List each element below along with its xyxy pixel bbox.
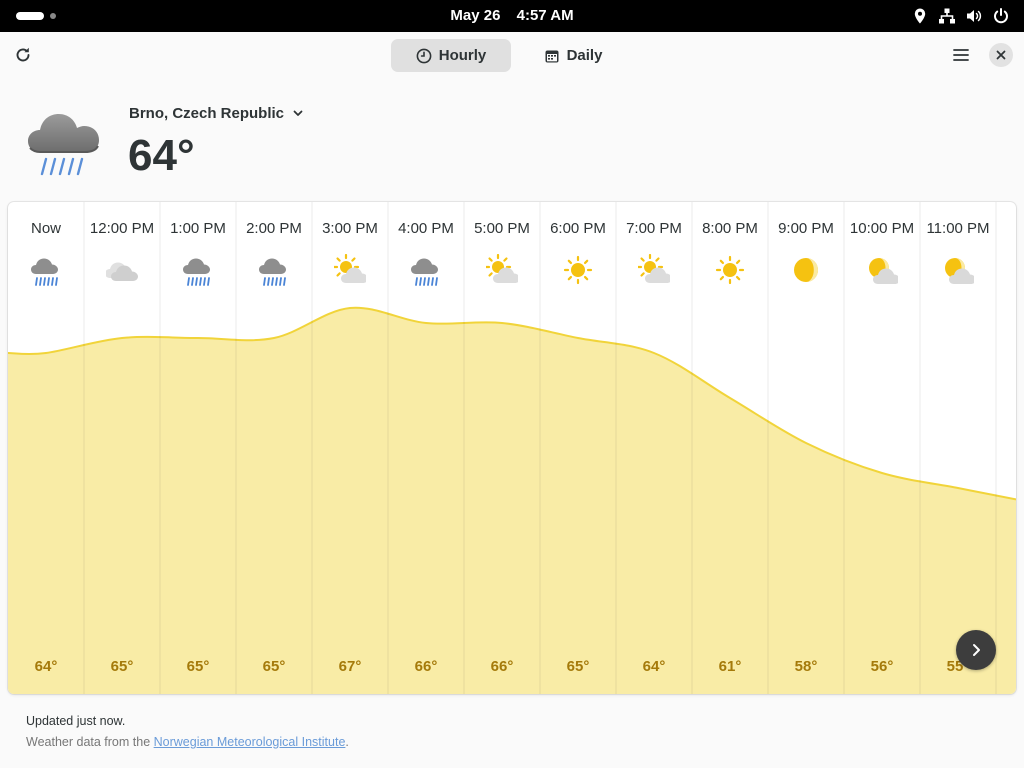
clear-night-icon xyxy=(794,258,818,282)
tab-hourly-label: Hourly xyxy=(438,47,487,64)
refresh-icon xyxy=(16,47,30,62)
hour-column: 9:00 PM 58° xyxy=(768,202,844,694)
tab-hourly[interactable]: Hourly xyxy=(391,39,511,72)
chevron-down-icon xyxy=(293,110,303,116)
main-menu-button[interactable] xyxy=(946,40,976,70)
hour-temperature: 65° xyxy=(566,658,590,675)
hour-temperature: 56° xyxy=(870,658,894,675)
hourly-forecast-card[interactable]: Now 64° 12:00 PM 65° 1:00 PM 65° 2:00 PM 65° 3:0… xyxy=(8,202,1016,694)
hour-column: 8:00 PM 61° xyxy=(692,202,768,694)
hour-time-label: 12 xyxy=(986,220,1016,237)
hour-temperature: 65° xyxy=(186,658,210,675)
sunny-icon xyxy=(715,255,745,285)
system-top-bar: May 26 4:57 AM xyxy=(0,0,1024,32)
clock-time: 4:57 AM xyxy=(516,7,574,24)
hour-temperature: 58° xyxy=(794,658,818,675)
partly-sunny-icon xyxy=(334,254,366,283)
hour-temperature: 61° xyxy=(718,658,742,675)
hour-column: 11:00 PM 55° xyxy=(920,202,996,694)
rain-icon xyxy=(31,258,58,286)
hour-column: 7:00 PM 64° xyxy=(616,202,692,694)
rain-icon xyxy=(259,258,286,286)
attribution-prefix: Weather data from the xyxy=(26,735,154,749)
system-tray[interactable] xyxy=(911,6,1010,26)
hour-column: 6:00 PM 65° xyxy=(540,202,616,694)
attribution-suffix: . xyxy=(345,735,349,749)
sunny-icon xyxy=(563,255,593,285)
clock-date: May 26 xyxy=(450,7,501,24)
attribution-link[interactable]: Norwegian Meteorological Institute xyxy=(154,735,346,749)
power-icon xyxy=(994,8,1008,24)
hour-column: 4:00 PM 66° xyxy=(388,202,464,694)
close-button[interactable] xyxy=(989,43,1013,67)
hour-temperature: 65° xyxy=(262,658,286,675)
hour-temperature: 66° xyxy=(414,658,438,675)
partly-cloudy-night-icon xyxy=(945,258,974,284)
hour-column: 1:00 PM 65° xyxy=(160,202,236,694)
clock-icon xyxy=(416,48,432,63)
network-icon xyxy=(939,8,955,24)
location-icon xyxy=(914,8,926,24)
cloud-rain-icon xyxy=(28,114,99,176)
tab-daily[interactable]: Daily xyxy=(531,39,615,72)
tab-daily-label: Daily xyxy=(566,47,603,64)
hour-temperature: 64° xyxy=(34,658,58,675)
partly-cloudy-night-icon xyxy=(869,258,898,284)
calendar-icon xyxy=(545,50,559,62)
hour-temperature: 65° xyxy=(110,658,134,675)
clock[interactable]: May 26 4:57 AM xyxy=(0,0,1024,32)
location-name: Brno, Czech Republic xyxy=(129,104,285,122)
attribution: Weather data from the Norwegian Meteorol… xyxy=(26,735,349,749)
rain-icon xyxy=(183,258,210,286)
partly-sunny-icon xyxy=(638,254,670,283)
hour-temperature: 64° xyxy=(642,658,666,675)
rain-icon xyxy=(411,258,438,286)
hour-column: 12:00 PM 65° xyxy=(84,202,160,694)
hour-column: 5:00 PM 66° xyxy=(464,202,540,694)
hour-column: 10:00 PM 56° xyxy=(844,202,920,694)
hour-temperature: 66° xyxy=(490,658,514,675)
updated-status: Updated just now. xyxy=(26,714,126,728)
hour-column: Now 64° xyxy=(8,202,84,694)
chevron-right-icon xyxy=(973,644,980,656)
hamburger-menu-icon xyxy=(953,49,969,61)
volume-icon xyxy=(967,10,982,22)
partly-sunny-icon xyxy=(486,254,518,283)
scroll-next-button[interactable] xyxy=(956,630,996,670)
current-temperature: 64° xyxy=(128,131,195,180)
cloudy-icon xyxy=(106,262,138,281)
hour-column: 3:00 PM 67° xyxy=(312,202,388,694)
hour-column: 12 xyxy=(996,202,1016,694)
refresh-button[interactable] xyxy=(8,40,38,70)
hour-temperature: 67° xyxy=(338,658,362,675)
location-selector[interactable]: Brno, Czech Republic xyxy=(129,103,304,123)
header-bar: Hourly Daily xyxy=(0,32,1024,78)
hour-column: 2:00 PM 65° xyxy=(236,202,312,694)
close-icon xyxy=(996,50,1006,60)
